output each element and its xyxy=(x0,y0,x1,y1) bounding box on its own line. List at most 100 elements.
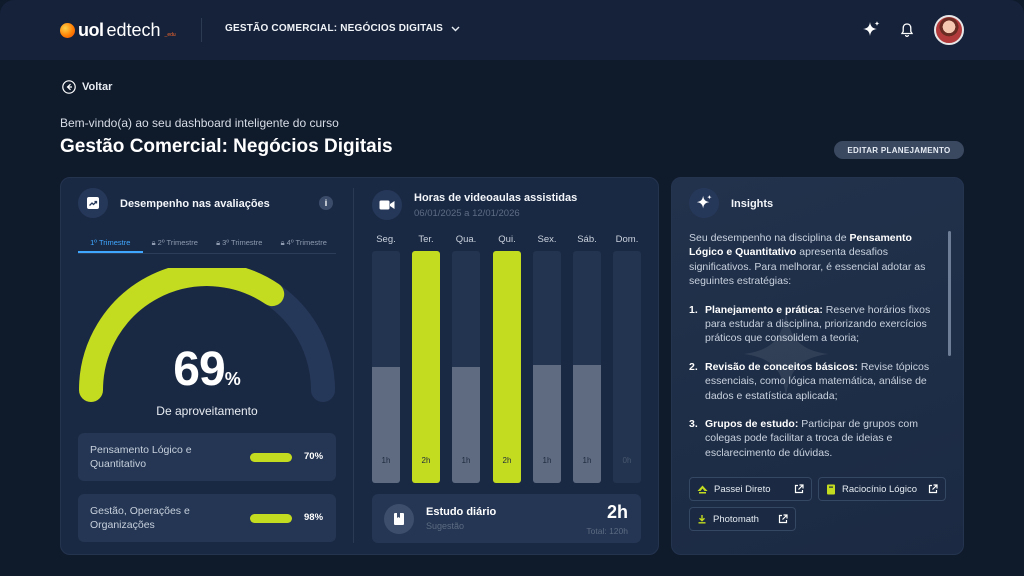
subject-progress-bar xyxy=(250,514,292,523)
top-bar: uol edtech _edu GESTÃO COMERCIAL: NEGÓCI… xyxy=(0,0,1024,60)
day-label: Seg. xyxy=(376,234,396,245)
link-label: Passei Direto xyxy=(714,483,771,495)
day-label: Qui. xyxy=(498,234,516,245)
day-bar[interactable]: 2h xyxy=(493,251,521,483)
uol-edtech-logo[interactable]: uol edtech _edu xyxy=(60,20,176,41)
daily-study-value: 2h xyxy=(606,502,628,522)
insights-intro: Seu desempenho na disciplina de xyxy=(689,232,850,244)
page-title: Gestão Comercial: Negócios Digitais xyxy=(60,136,393,157)
insight-number: 2. xyxy=(689,360,698,373)
chevron-down-icon xyxy=(451,26,460,31)
link-photomath[interactable]: Photomath xyxy=(689,507,796,531)
daily-study-title: Estudo diário xyxy=(426,506,497,518)
score-label: De aproveitamento xyxy=(156,404,258,418)
performance-icon-badge xyxy=(78,188,108,218)
tab-quarter-1[interactable]: 1º Trimestre xyxy=(78,236,143,253)
score-value: 69 xyxy=(173,343,225,396)
user-avatar[interactable] xyxy=(934,15,964,45)
day-bar[interactable]: 1h xyxy=(452,251,480,483)
tab-quarter-4[interactable]: 🔒︎ 4º Trimestre xyxy=(272,236,337,253)
book-icon xyxy=(394,513,404,525)
insight-heading: Planejamento e prática: xyxy=(705,303,823,316)
tab-label: 4º Trimestre xyxy=(286,238,327,247)
tab-quarter-2[interactable]: 🔒︎ 2º Trimestre xyxy=(143,236,208,253)
day-label: Ter. xyxy=(418,234,434,245)
score-unit: % xyxy=(224,369,241,389)
day-bar-value: 1h xyxy=(461,456,471,465)
insight-number: 3. xyxy=(689,418,698,431)
link-label: Raciocínio Lógico xyxy=(842,483,917,495)
external-link-icon xyxy=(778,514,788,524)
subject-name: Gestão, Operações e Organizações xyxy=(90,505,190,531)
daily-study-total: Total: 120h xyxy=(586,526,628,536)
day-label: Qua. xyxy=(455,234,477,245)
tab-quarter-3[interactable]: 🔒︎ 3º Trimestre xyxy=(207,236,272,253)
insight-item: 3. Grupos de estudo: Participar de grupos… xyxy=(689,417,939,460)
external-link-icon xyxy=(794,484,804,494)
ai-sparkle-button[interactable] xyxy=(859,18,883,42)
external-link-icon xyxy=(928,484,938,494)
video-camera-icon xyxy=(379,200,395,210)
insights-list: 1. Planejamento e prática: Reserve horári… xyxy=(689,303,939,461)
subject-progress-bar xyxy=(250,453,292,462)
day-bar-value: 2h xyxy=(421,456,431,465)
course-selector-label: GESTÃO COMERCIAL: NEGÓCIOS DIGITAIS xyxy=(225,23,443,34)
day-bar-fill xyxy=(573,364,601,483)
download-icon xyxy=(698,515,706,524)
day-bar-fill xyxy=(372,367,400,483)
score-display: 69% xyxy=(78,342,336,397)
subject-row[interactable]: Gestão, Operações e Organizações 98% xyxy=(78,494,336,542)
insights-text: Seu desempenho na disciplina de Pensamen… xyxy=(689,231,939,474)
day-bar-value: 2h xyxy=(502,456,512,465)
edit-planning-button[interactable]: EDITAR PLANEJAMENTO xyxy=(834,141,964,159)
day-label: Dom. xyxy=(615,234,639,245)
sparkle-icon xyxy=(863,21,880,36)
trending-up-icon xyxy=(87,197,99,209)
daily-study-card: Estudo diário Sugestão 2h Total: 120h xyxy=(372,494,641,543)
back-button[interactable]: Voltar xyxy=(62,80,112,94)
info-icon[interactable]: i xyxy=(319,196,333,210)
day-bar[interactable]: 1h xyxy=(533,251,561,483)
insights-scrollbar[interactable] xyxy=(948,231,951,356)
sparkle-icon xyxy=(696,194,712,209)
book-icon-badge xyxy=(384,504,414,534)
tab-label: 3º Trimestre xyxy=(222,238,263,247)
insight-item: 1. Planejamento e prática: Reserve horári… xyxy=(689,303,939,346)
book-icon xyxy=(827,484,835,494)
welcome-text: Bem-vindo(a) ao seu dashboard inteligent… xyxy=(60,116,339,130)
day-bar[interactable]: 2h xyxy=(412,251,440,483)
insights-title: Insights xyxy=(731,198,774,210)
day-bar-value: 1h xyxy=(582,456,592,465)
insight-heading: Revisão de conceitos básicos: xyxy=(705,360,858,373)
day-label: Sáb. xyxy=(577,234,597,245)
tab-label: 1º Trimestre xyxy=(90,238,131,247)
subject-value: 98% xyxy=(304,512,324,523)
day-label: Sex. xyxy=(537,234,557,245)
back-label: Voltar xyxy=(82,81,113,93)
course-selector[interactable]: GESTÃO COMERCIAL: NEGÓCIOS DIGITAIS xyxy=(225,23,460,34)
subject-row[interactable]: Pensamento Lógico e Quantitativo 70% xyxy=(78,433,336,481)
logo-mark-icon xyxy=(60,23,75,38)
video-hours-title: Horas de videoaulas assistidas xyxy=(414,192,578,204)
subject-value: 70% xyxy=(304,451,324,462)
insight-number: 1. xyxy=(689,303,698,316)
day-bar[interactable]: 0h xyxy=(613,251,641,483)
notifications-button[interactable] xyxy=(895,18,919,42)
day-bar-fill xyxy=(493,251,521,483)
arrow-left-circle-icon xyxy=(62,80,76,94)
insight-item: 2. Revisão de conceitos básicos: Revise t… xyxy=(689,360,939,403)
logo-product: edtech xyxy=(106,20,161,40)
link-passei-direto[interactable]: Passei Direto xyxy=(689,477,812,501)
link-raciocinio-logico[interactable]: Raciocínio Lógico xyxy=(818,477,946,501)
passei-direto-logo-icon xyxy=(697,485,708,493)
bell-icon xyxy=(900,23,914,38)
video-date-range: 06/01/2025 a 12/01/2026 xyxy=(414,208,520,219)
day-bar[interactable]: 1h xyxy=(573,251,601,483)
subject-name: Pensamento Lógico e Quantitativo xyxy=(90,444,192,470)
day-bar[interactable]: 1h xyxy=(372,251,400,483)
logo-suffix: _edu xyxy=(164,31,176,38)
day-bar-fill xyxy=(452,367,480,483)
day-bar-fill xyxy=(533,364,561,483)
performance-title: Desempenho nas avaliações xyxy=(120,198,270,210)
day-bar-value: 1h xyxy=(542,456,552,465)
